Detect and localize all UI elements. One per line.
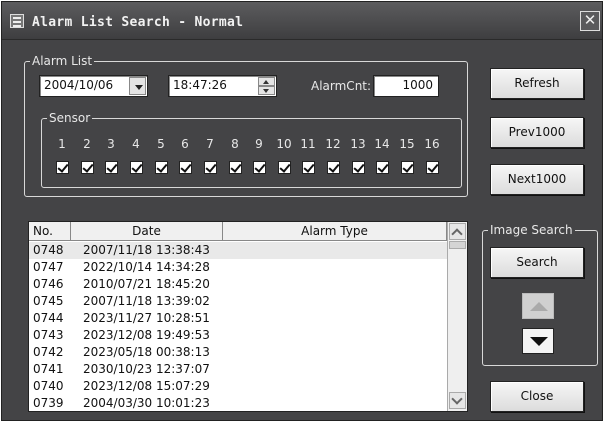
close-icon: ✕ — [583, 11, 597, 29]
sensor-checkbox-14[interactable] — [376, 161, 389, 174]
sensor-number: 12 — [325, 137, 341, 151]
column-header-no[interactable]: No. — [29, 222, 71, 241]
sensor-checkbox-2[interactable] — [81, 161, 94, 174]
date-value: 2004/10/06 — [44, 78, 114, 92]
row-date: 2007/11/18 13:38:43 — [83, 243, 210, 257]
search-button[interactable]: Search — [490, 247, 584, 278]
row-date: 2023/12/08 15:07:29 — [83, 379, 210, 393]
image-search-group-label: Image Search — [488, 222, 575, 238]
sensor-checkbox-15[interactable] — [401, 161, 414, 174]
close-button[interactable]: Close — [490, 381, 584, 412]
time-value: 18:47:26 — [173, 78, 227, 92]
scrollbar-thumb[interactable] — [449, 241, 466, 249]
table-row[interactable]: 0745 2007/11/18 13:39:02 — [29, 293, 447, 310]
table-row[interactable]: 0744 2023/11/27 10:28:51 — [29, 310, 447, 327]
spinner-down-icon[interactable] — [258, 86, 275, 95]
next1000-button[interactable]: Next1000 — [490, 164, 584, 195]
row-no: 0739 — [33, 396, 64, 410]
sensor-group-label: Sensor — [47, 110, 93, 126]
row-no: 0740 — [33, 379, 64, 393]
sensor-number: 15 — [399, 137, 415, 151]
arrow-up-icon — [530, 302, 548, 311]
table-row[interactable]: 0747 2022/10/14 14:34:28 — [29, 259, 447, 276]
sensor-checkbox-8[interactable] — [229, 161, 242, 174]
sensor-number: 8 — [231, 137, 239, 151]
spinner-up-icon[interactable] — [258, 77, 275, 86]
table-row[interactable]: 0740 2023/12/08 15:07:29 — [29, 378, 447, 395]
sensor-number: 9 — [255, 137, 263, 151]
close-window-button[interactable]: ✕ — [580, 11, 600, 31]
row-no: 0747 — [33, 260, 64, 274]
app-window-icon — [10, 14, 24, 28]
sensor-group: Sensor — [41, 110, 462, 188]
alarm-count-label: AlarmCnt: — [311, 79, 372, 93]
sensor-number: 11 — [300, 137, 316, 151]
image-prev-button[interactable] — [522, 293, 554, 319]
table-row[interactable]: 0743 2023/12/08 19:49:53 — [29, 327, 447, 344]
scroll-up-icon[interactable] — [449, 223, 466, 240]
row-date: 2007/11/18 13:39:02 — [83, 294, 210, 308]
sensor-number: 13 — [350, 137, 366, 151]
sensor-checkbox-4[interactable] — [130, 161, 143, 174]
row-date: 2022/10/14 14:34:28 — [83, 260, 210, 274]
scroll-down-icon[interactable] — [449, 392, 466, 409]
table-vertical-scrollbar[interactable] — [447, 222, 467, 411]
alarm-list-group-label: Alarm List — [30, 53, 95, 69]
image-next-button[interactable] — [522, 328, 554, 354]
row-no: 0742 — [33, 345, 64, 359]
row-date: 2023/11/27 10:28:51 — [83, 311, 210, 325]
alarm-list-search-window: Alarm List Search - Normal ✕ Alarm List … — [1, 1, 603, 421]
sensor-checkbox-5[interactable] — [155, 161, 168, 174]
sensor-checkbox-7[interactable] — [204, 161, 217, 174]
window-title: Alarm List Search - Normal — [32, 15, 244, 30]
sensor-number: 16 — [424, 137, 440, 151]
sensor-checkbox-13[interactable] — [352, 161, 365, 174]
alarm-count-value: 1000 — [402, 78, 433, 92]
column-header-alarm-type[interactable]: Alarm Type — [223, 222, 447, 241]
sensor-checkbox-12[interactable] — [327, 161, 340, 174]
sensor-number: 10 — [276, 137, 292, 151]
sensor-checkbox-10[interactable] — [278, 161, 291, 174]
chevron-down-icon[interactable] — [129, 77, 146, 95]
sensor-checkbox-3[interactable] — [105, 161, 118, 174]
row-no: 0746 — [33, 277, 64, 291]
table-row[interactable]: 0739 2004/03/30 10:01:23 — [29, 395, 447, 411]
row-no: 0745 — [33, 294, 64, 308]
table-row[interactable]: 0746 2010/07/21 18:45:20 — [29, 276, 447, 293]
refresh-button[interactable]: Refresh — [490, 68, 584, 99]
alarm-table[interactable]: No. Date Alarm Type 0748 2007/11/18 13:3… — [28, 221, 468, 412]
sensor-number: 2 — [83, 137, 91, 151]
sensor-checkbox-16[interactable] — [426, 161, 439, 174]
sensor-number: 5 — [157, 137, 165, 151]
sensor-number: 6 — [181, 137, 189, 151]
sensor-number: 3 — [107, 137, 115, 151]
arrow-down-icon — [530, 337, 548, 346]
row-no: 0741 — [33, 362, 64, 376]
table-row[interactable]: 0748 2007/11/18 13:38:43 — [29, 242, 447, 259]
column-header-date[interactable]: Date — [71, 222, 223, 241]
row-date: 2010/07/21 18:45:20 — [83, 277, 210, 291]
row-no: 0748 — [33, 243, 64, 257]
row-date: 2030/10/23 12:37:07 — [83, 362, 210, 376]
sensor-checkbox-11[interactable] — [302, 161, 315, 174]
sensor-checkbox-9[interactable] — [253, 161, 266, 174]
table-header: No. Date Alarm Type — [29, 222, 447, 241]
sensor-checkbox-1[interactable] — [56, 161, 69, 174]
sensor-number: 14 — [374, 137, 390, 151]
table-row[interactable]: 0742 2023/05/18 00:38:13 — [29, 344, 447, 361]
sensor-checkbox-6[interactable] — [179, 161, 192, 174]
table-row[interactable]: 0741 2030/10/23 12:37:07 — [29, 361, 447, 378]
sensor-number: 1 — [58, 137, 66, 151]
prev1000-button[interactable]: Prev1000 — [490, 117, 584, 148]
row-date: 2023/12/08 19:49:53 — [83, 328, 210, 342]
row-no: 0743 — [33, 328, 64, 342]
alarm-count-field[interactable]: 1000 — [373, 75, 439, 97]
row-date: 2004/03/30 10:01:23 — [83, 396, 210, 410]
sensor-number: 4 — [132, 137, 140, 151]
title-bar[interactable]: Alarm List Search - Normal ✕ — [2, 2, 602, 40]
row-no: 0744 — [33, 311, 64, 325]
sensor-number: 7 — [206, 137, 214, 151]
row-date: 2023/05/18 00:38:13 — [83, 345, 210, 359]
